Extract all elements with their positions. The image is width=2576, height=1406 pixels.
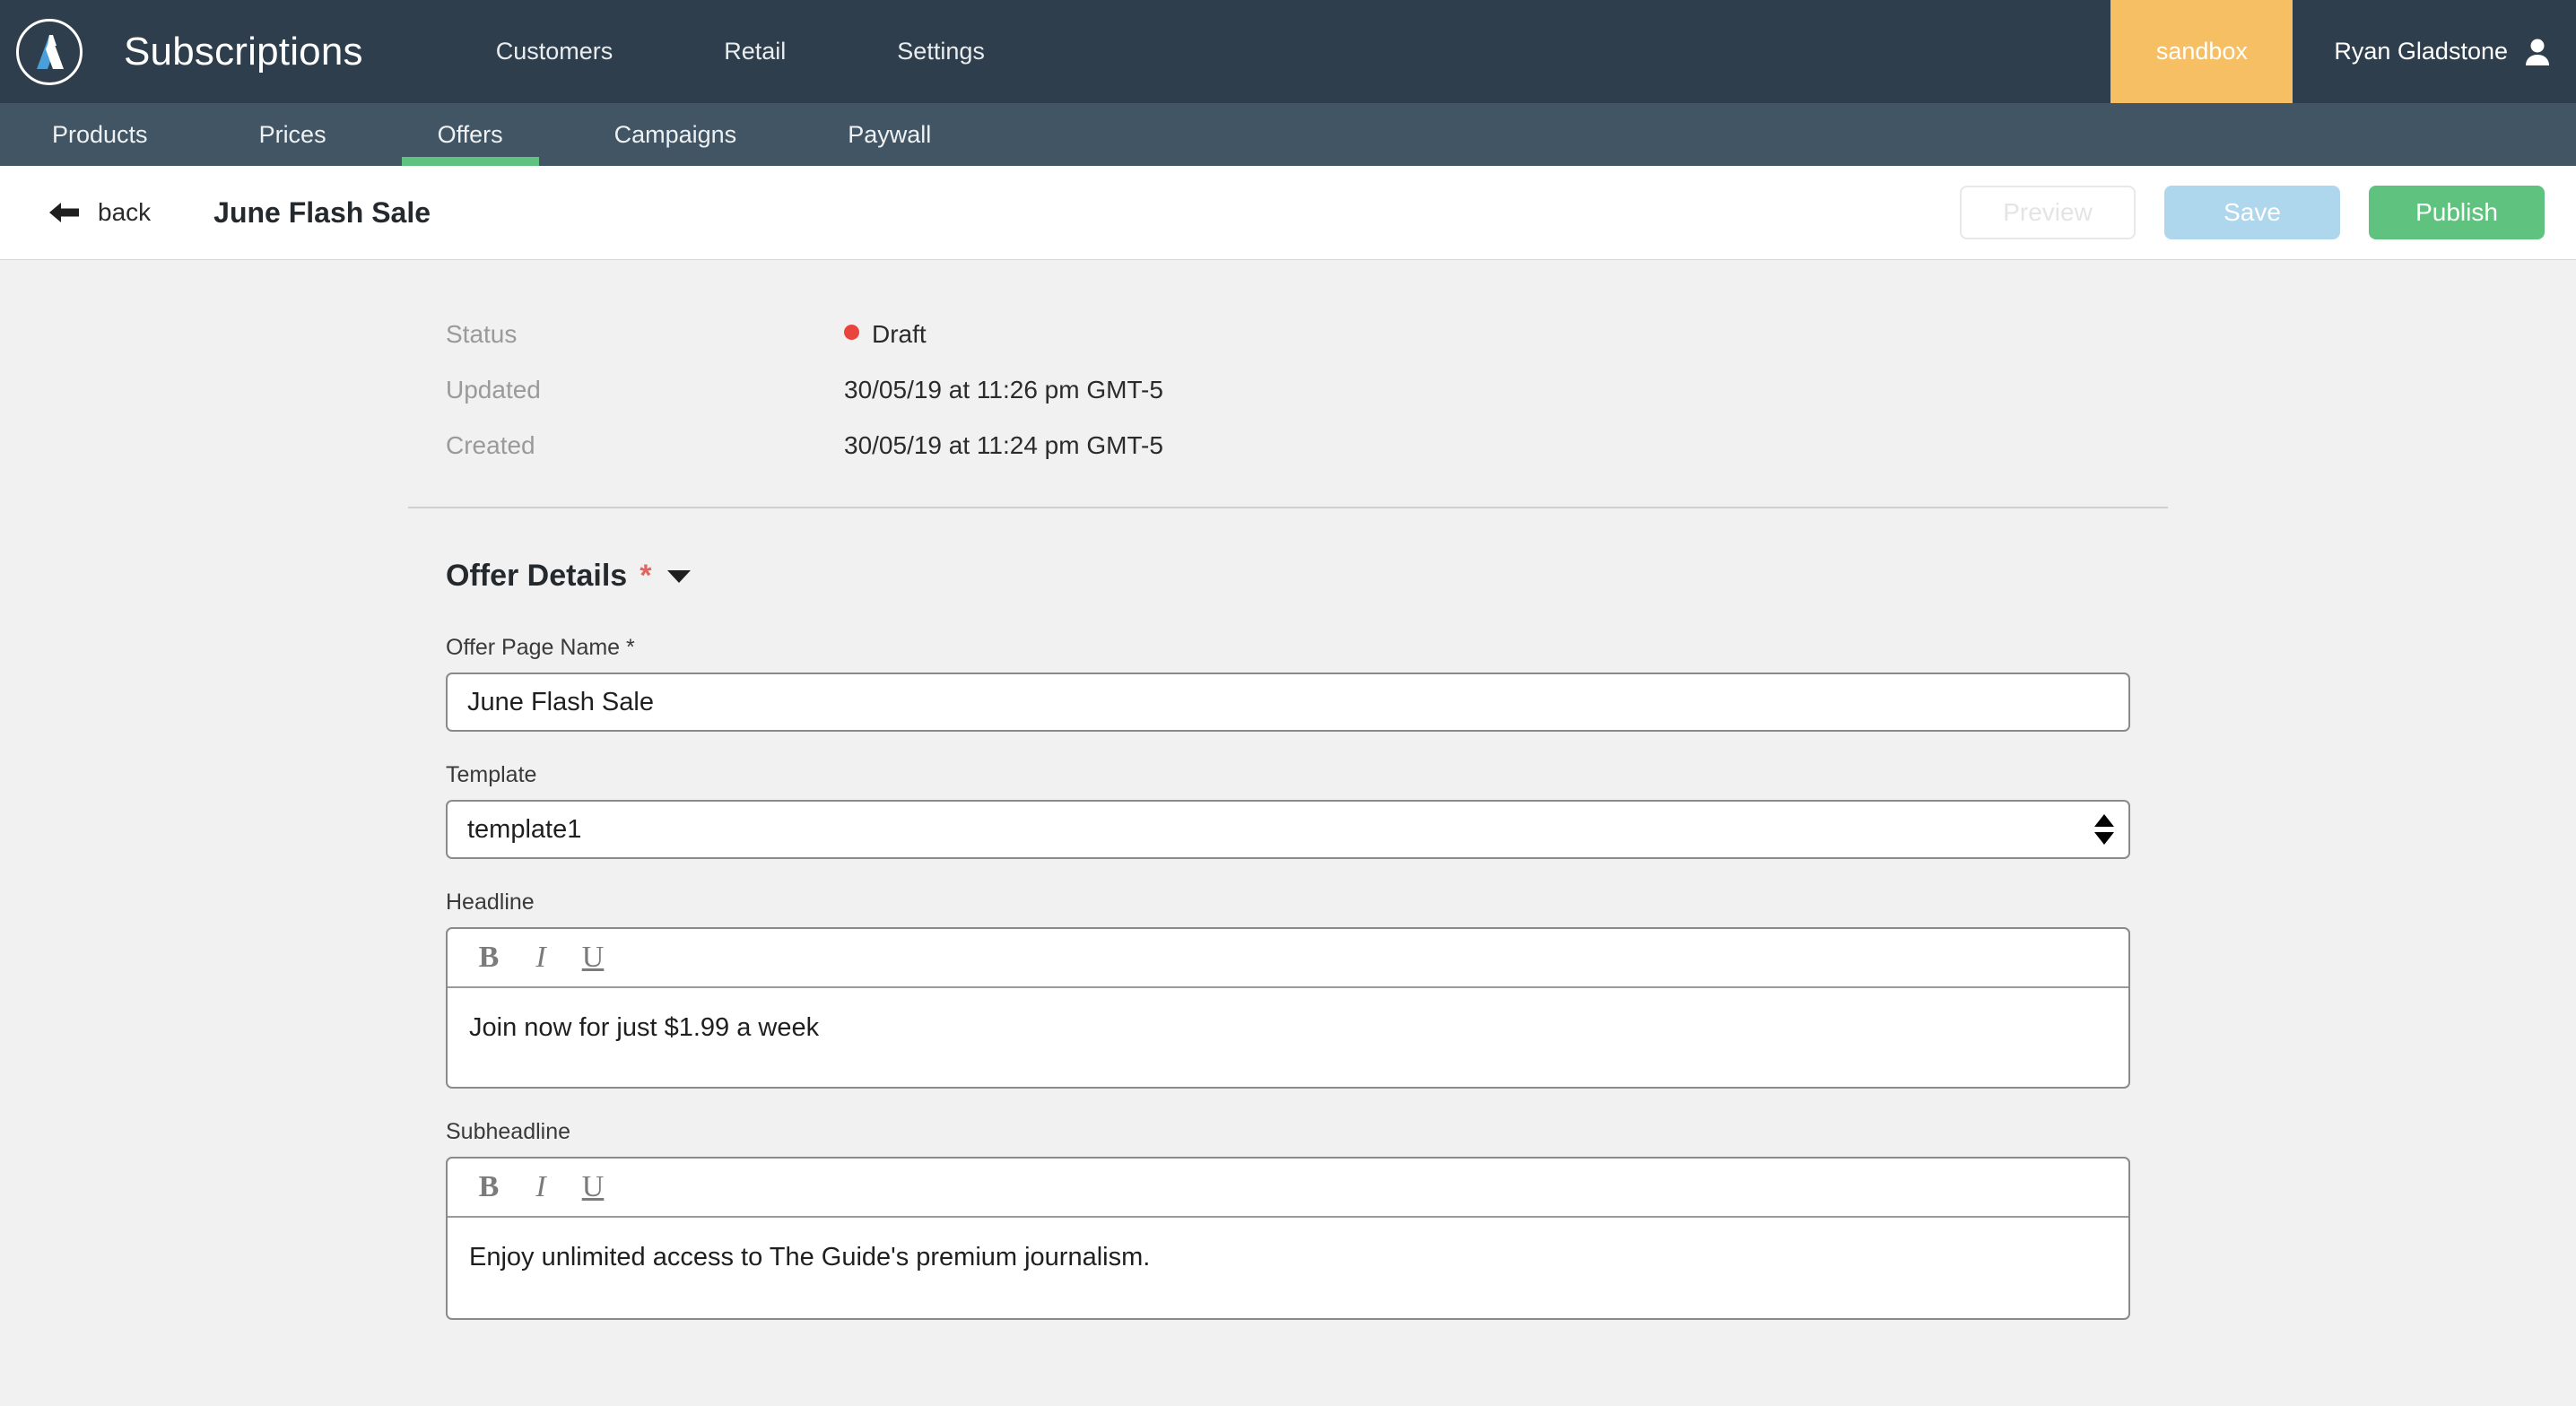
subheadline-editor-body[interactable]: Enjoy unlimited access to The Guide's pr… bbox=[448, 1218, 2128, 1318]
meta-value-updated: 30/05/19 at 11:26 pm GMT-5 bbox=[844, 376, 1163, 404]
tab-prices[interactable]: Prices bbox=[223, 103, 362, 166]
tab-campaigns-label: Campaigns bbox=[614, 120, 737, 148]
back-button[interactable]: back bbox=[49, 198, 151, 227]
bold-icon[interactable]: B bbox=[467, 1166, 510, 1209]
italic-icon[interactable]: I bbox=[519, 936, 562, 979]
offer-details-section-header[interactable]: Offer Details * bbox=[446, 559, 2168, 594]
tab-paywall[interactable]: Paywall bbox=[812, 103, 967, 166]
status-badge: Draft bbox=[844, 307, 1163, 362]
page-actions: Preview Save Publish bbox=[1960, 186, 2545, 239]
top-nav-links: Customers Retail Settings bbox=[440, 0, 1040, 103]
headline-rich-text-editor: B I U Join now for just $1.99 a week bbox=[446, 927, 2130, 1089]
meta-label-status: Status bbox=[446, 320, 518, 348]
headline-toolbar: B I U bbox=[448, 929, 2128, 988]
brand-title: Subscriptions bbox=[124, 29, 363, 74]
select-spinner-icon[interactable] bbox=[2093, 811, 2116, 847]
top-nav-right: sandbox Ryan Gladstone bbox=[2110, 0, 2576, 103]
meta-value-created: 30/05/19 at 11:24 pm GMT-5 bbox=[844, 431, 1163, 459]
field-offer-page-name: Offer Page Name * bbox=[446, 635, 2130, 732]
offer-meta-table: Status Draft Updated 30/05/19 at 11:26 p… bbox=[446, 307, 1163, 473]
field-template: Template template1 bbox=[446, 762, 2130, 859]
nav-item-customers[interactable]: Customers bbox=[466, 38, 644, 65]
content-column: Status Draft Updated 30/05/19 at 11:26 p… bbox=[408, 307, 2168, 1320]
arrow-left-icon bbox=[49, 201, 80, 224]
brand-zone: Subscriptions bbox=[0, 0, 363, 103]
main-content: Status Draft Updated 30/05/19 at 11:26 p… bbox=[0, 260, 2576, 1405]
section-title: Offer Details bbox=[446, 559, 628, 593]
subheadline-label: Subheadline bbox=[446, 1119, 571, 1144]
preview-button[interactable]: Preview bbox=[1960, 186, 2136, 239]
subheadline-rich-text-editor: B I U Enjoy unlimited access to The Guid… bbox=[446, 1157, 2130, 1320]
headline-label: Headline bbox=[446, 890, 535, 915]
user-name-label: Ryan Gladstone bbox=[2334, 38, 2508, 65]
table-row: Created 30/05/19 at 11:24 pm GMT-5 bbox=[446, 418, 1163, 473]
nav-item-retail[interactable]: Retail bbox=[693, 38, 816, 65]
template-select[interactable]: template1 bbox=[446, 800, 2130, 859]
status-dot-icon bbox=[844, 325, 859, 340]
tab-paywall-label: Paywall bbox=[848, 120, 932, 148]
user-menu[interactable]: Ryan Gladstone bbox=[2293, 0, 2576, 103]
tab-products[interactable]: Products bbox=[16, 103, 184, 166]
section-divider bbox=[408, 507, 2168, 508]
field-headline: Headline B I U Join now for just $1.99 a… bbox=[446, 890, 2130, 1089]
page-header-bar: back June Flash Sale Preview Save Publis… bbox=[0, 166, 2576, 260]
template-select-wrapper[interactable]: template1 bbox=[446, 800, 2130, 859]
tab-offers[interactable]: Offers bbox=[401, 103, 539, 166]
user-avatar-icon bbox=[2524, 38, 2551, 66]
underline-icon[interactable]: U bbox=[571, 1166, 614, 1209]
field-subheadline: Subheadline B I U Enjoy unlimited access… bbox=[446, 1119, 2130, 1320]
tab-products-label: Products bbox=[52, 120, 148, 148]
template-label: Template bbox=[446, 762, 537, 787]
meta-label-created: Created bbox=[446, 431, 535, 459]
underline-icon[interactable]: U bbox=[571, 936, 614, 979]
save-button[interactable]: Save bbox=[2164, 186, 2340, 239]
bold-icon[interactable]: B bbox=[467, 936, 510, 979]
chevron-down-icon[interactable] bbox=[667, 569, 692, 584]
offer-page-name-label: Offer Page Name * bbox=[446, 635, 635, 660]
atex-a-logo-icon[interactable] bbox=[16, 18, 83, 85]
meta-label-updated: Updated bbox=[446, 376, 541, 404]
headline-editor-body[interactable]: Join now for just $1.99 a week bbox=[448, 988, 2128, 1087]
tab-prices-label: Prices bbox=[258, 120, 326, 148]
publish-button[interactable]: Publish bbox=[2369, 186, 2545, 239]
table-row: Status Draft bbox=[446, 307, 1163, 362]
required-marker: * bbox=[640, 559, 652, 593]
sub-navigation-bar: Products Prices Offers Campaigns Paywall bbox=[0, 103, 2576, 166]
back-button-label: back bbox=[98, 198, 152, 226]
page-title: June Flash Sale bbox=[213, 195, 431, 229]
tab-campaigns[interactable]: Campaigns bbox=[579, 103, 773, 166]
nav-item-settings[interactable]: Settings bbox=[866, 38, 1015, 65]
table-row: Updated 30/05/19 at 11:26 pm GMT-5 bbox=[446, 362, 1163, 418]
italic-icon[interactable]: I bbox=[519, 1166, 562, 1209]
environment-badge[interactable]: sandbox bbox=[2110, 0, 2293, 103]
subheadline-toolbar: B I U bbox=[448, 1159, 2128, 1218]
status-value: Draft bbox=[872, 320, 927, 348]
tab-offers-label: Offers bbox=[437, 120, 503, 148]
top-navigation-bar: Subscriptions Customers Retail Settings … bbox=[0, 0, 2576, 103]
offer-page-name-input[interactable] bbox=[446, 673, 2130, 732]
